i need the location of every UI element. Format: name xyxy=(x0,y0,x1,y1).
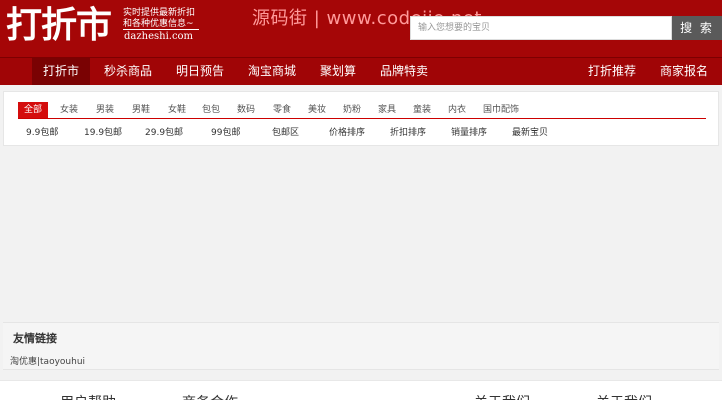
tab-snacks[interactable]: 零食 xyxy=(269,102,295,118)
tab-all[interactable]: 全部 xyxy=(18,102,48,118)
tab-womens-clothing[interactable]: 女装 xyxy=(56,102,82,118)
site-slogan: 实时提供最新折扣 和各种优惠信息~ xyxy=(123,8,203,30)
sort-by-newest[interactable]: 最新宝贝 xyxy=(512,126,548,140)
tab-mens-clothing[interactable]: 男装 xyxy=(92,102,118,118)
footer-about-us[interactable]: 关于我们 xyxy=(474,392,530,400)
footer-about-us-2[interactable]: 关于我们 xyxy=(596,392,652,400)
nav-item-juhuasuan[interactable]: 聚划算 xyxy=(314,58,362,85)
friend-link[interactable]: 淘优惠|taoyouhui xyxy=(10,354,85,367)
search-button[interactable]: 搜 索 xyxy=(672,16,722,40)
site-header: 打折市 实时提供最新折扣 和各种优惠信息~ dazheshi.com 源码街 |… xyxy=(0,0,722,57)
tab-underwear[interactable]: 内衣 xyxy=(444,102,470,118)
nav-item-home[interactable]: 打折市 xyxy=(32,58,90,85)
slogan-line-1: 实时提供最新折扣 xyxy=(123,8,196,18)
tab-digital[interactable]: 数码 xyxy=(233,102,259,118)
tab-accessories[interactable]: 国巾配饰 xyxy=(479,102,523,118)
tab-milk-powder[interactable]: 奶粉 xyxy=(339,102,365,118)
tab-womens-shoes[interactable]: 女鞋 xyxy=(164,102,190,118)
friend-links-title: 友情链接 xyxy=(13,332,57,345)
site-logo[interactable]: 打折市 xyxy=(6,2,112,48)
nav-item-tomorrow-preview[interactable]: 明日预告 xyxy=(170,58,230,85)
search-input[interactable]: 输入您想要的宝贝 xyxy=(410,16,672,40)
filter-29-9-free-shipping[interactable]: 29.9包邮 xyxy=(145,126,183,140)
site-footer: 用户帮助 商务合作 关于我们 关于我们 xyxy=(0,380,722,400)
tab-furniture[interactable]: 家具 xyxy=(374,102,400,118)
filter-19-9-free-shipping[interactable]: 19.9包邮 xyxy=(84,126,122,140)
filter-9-9-free-shipping[interactable]: 9.9包邮 xyxy=(26,126,58,140)
site-domain: dazheshi.com xyxy=(124,31,194,42)
tab-beauty[interactable]: 美妆 xyxy=(304,102,330,118)
nav-item-merchant-signup[interactable]: 商家报名 xyxy=(654,58,714,85)
footer-business-cooperation[interactable]: 商务合作 xyxy=(182,392,238,400)
filter-99-free-shipping[interactable]: 99包邮 xyxy=(211,126,240,140)
footer-user-help[interactable]: 用户帮助 xyxy=(60,392,116,400)
tab-bags[interactable]: 包包 xyxy=(198,102,224,118)
sort-by-price[interactable]: 价格排序 xyxy=(329,126,365,140)
tab-mens-shoes[interactable]: 男鞋 xyxy=(128,102,154,118)
category-panel: 全部 女装 男装 男鞋 女鞋 包包 数码 零食 美妆 奶粉 家具 童装 内衣 国… xyxy=(3,91,719,146)
category-tabs: 全部 女装 男装 男鞋 女鞋 包包 数码 零食 美妆 奶粉 家具 童装 内衣 国… xyxy=(18,102,706,119)
tab-kids-clothing[interactable]: 童装 xyxy=(409,102,435,118)
main-nav: 打折市 秒杀商品 明日预告 淘宝商城 聚划算 品牌特卖 打折推荐 商家报名 xyxy=(0,57,722,85)
slogan-divider xyxy=(123,29,199,30)
sort-by-sales[interactable]: 销量排序 xyxy=(451,126,487,140)
friend-links-section: 友情链接 淘优惠|taoyouhui xyxy=(3,322,719,370)
nav-item-flash-sale[interactable]: 秒杀商品 xyxy=(98,58,158,85)
filter-bar: 9.9包邮 19.9包邮 29.9包邮 99包邮 包邮区 价格排序 折扣排序 销… xyxy=(4,126,720,140)
sort-by-discount[interactable]: 折扣排序 xyxy=(390,126,426,140)
nav-item-taobao-mall[interactable]: 淘宝商城 xyxy=(242,58,302,85)
filter-free-shipping-zone[interactable]: 包邮区 xyxy=(272,126,299,140)
nav-item-brand-sale[interactable]: 品牌特卖 xyxy=(374,58,434,85)
nav-item-recommend[interactable]: 打折推荐 xyxy=(582,58,642,85)
